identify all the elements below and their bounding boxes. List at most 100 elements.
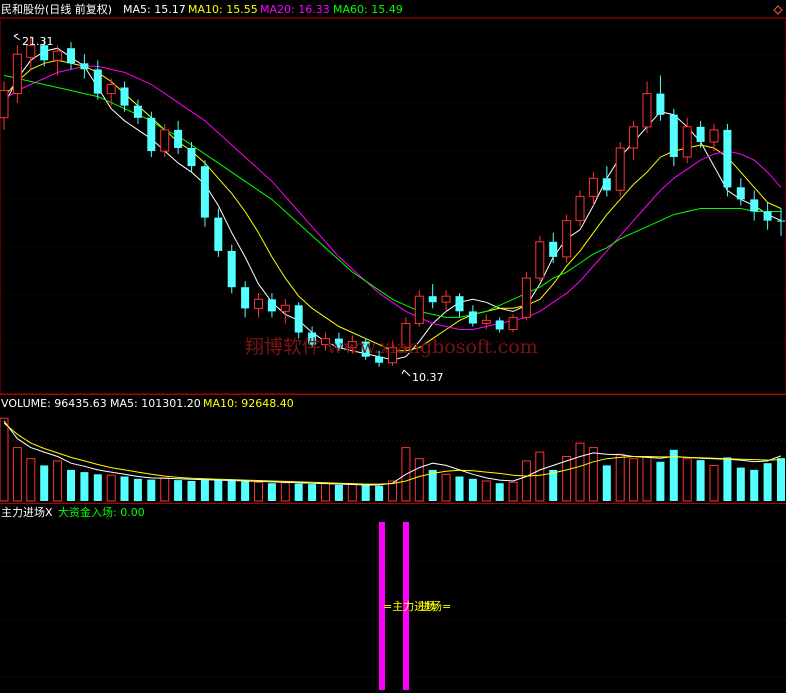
candle[interactable]: [174, 120, 183, 155]
volume-bar[interactable]: [361, 485, 370, 501]
candle[interactable]: [441, 290, 451, 312]
volume-bar[interactable]: [147, 479, 156, 501]
volume-bar[interactable]: [656, 461, 665, 501]
volume-bar[interactable]: [80, 472, 89, 501]
volume-bar[interactable]: [0, 417, 9, 502]
candle[interactable]: [67, 42, 75, 70]
volume-bar[interactable]: [562, 456, 572, 502]
candle[interactable]: [294, 302, 303, 339]
volume-bar[interactable]: [280, 482, 290, 502]
volume-bar[interactable]: [750, 469, 759, 501]
candle[interactable]: [549, 232, 558, 263]
candle[interactable]: [696, 120, 705, 149]
candle[interactable]: [227, 244, 236, 294]
candle[interactable]: [200, 160, 209, 227]
candle[interactable]: [669, 108, 678, 167]
volume-bar[interactable]: [200, 478, 209, 502]
volume-bar[interactable]: [777, 458, 785, 501]
candle[interactable]: [495, 317, 504, 333]
candle[interactable]: [241, 281, 250, 318]
candle[interactable]: [575, 190, 585, 227]
candle[interactable]: [80, 54, 89, 79]
volume-bar[interactable]: [26, 458, 36, 502]
candle[interactable]: [763, 202, 772, 230]
volume-bar[interactable]: [615, 453, 625, 502]
volume-bar[interactable]: [12, 447, 22, 502]
volume-bar[interactable]: [602, 465, 611, 501]
volume-bar[interactable]: [254, 481, 263, 502]
candle[interactable]: [214, 208, 223, 257]
volume-bar[interactable]: [93, 474, 102, 501]
volume-bar[interactable]: [575, 442, 585, 502]
candlesticks[interactable]: [0, 36, 785, 367]
volume-bar[interactable]: [227, 480, 236, 502]
volume-bar[interactable]: [334, 485, 343, 501]
candle[interactable]: [0, 81, 9, 130]
volume-bar[interactable]: [495, 483, 504, 501]
volume-bar[interactable]: [629, 458, 639, 502]
candle[interactable]: [508, 314, 518, 333]
volume-bar[interactable]: [241, 481, 250, 501]
candle[interactable]: [468, 305, 477, 327]
volume-bar[interactable]: [682, 458, 692, 502]
volume-bar[interactable]: [53, 460, 63, 502]
candle[interactable]: [254, 293, 263, 318]
candle[interactable]: [147, 111, 156, 158]
candle[interactable]: [736, 178, 745, 206]
candle[interactable]: [629, 120, 639, 161]
volume-bar[interactable]: [521, 460, 531, 502]
volume-bar[interactable]: [120, 476, 129, 502]
volume-bar[interactable]: [321, 482, 330, 502]
volume-bar[interactable]: [133, 478, 142, 502]
volume-bar[interactable]: [723, 457, 732, 501]
candle[interactable]: [750, 190, 759, 221]
candle[interactable]: [562, 214, 572, 263]
volume-bar[interactable]: [67, 469, 75, 501]
volume-bar[interactable]: [696, 460, 705, 501]
candle[interactable]: [12, 45, 22, 103]
candle[interactable]: [642, 81, 652, 133]
volume-bar[interactable]: [642, 456, 652, 502]
candle[interactable]: [414, 290, 424, 327]
volume-bar[interactable]: [375, 485, 384, 501]
volume-bar[interactable]: [535, 451, 545, 502]
volume-bar[interactable]: [214, 479, 223, 501]
candle[interactable]: [521, 272, 531, 321]
candle[interactable]: [428, 284, 437, 309]
volume-bar[interactable]: [347, 484, 357, 502]
diamond-icon[interactable]: [773, 5, 783, 15]
candle[interactable]: [656, 75, 665, 121]
candle[interactable]: [602, 166, 611, 197]
candle[interactable]: [777, 208, 785, 236]
volume-bar[interactable]: [160, 477, 170, 502]
volume-bar[interactable]: [174, 480, 183, 501]
volume-bar[interactable]: [508, 481, 518, 502]
candle[interactable]: [535, 235, 545, 282]
volume-bars[interactable]: [0, 417, 785, 502]
volume-bar[interactable]: [481, 480, 491, 502]
volume-bar[interactable]: [106, 474, 116, 502]
volume-bar[interactable]: [267, 483, 276, 501]
volume-bar[interactable]: [40, 465, 49, 501]
candle[interactable]: [280, 299, 290, 324]
stock-chart[interactable]: 翔博软件 www.xiangbosoft.com 21.31 10.37 民和股…: [0, 0, 786, 693]
volume-bar[interactable]: [294, 483, 303, 501]
volume-bar[interactable]: [428, 469, 437, 501]
candle[interactable]: [160, 123, 170, 158]
volume-bar[interactable]: [455, 476, 464, 502]
candle[interactable]: [455, 293, 464, 318]
volume-bar[interactable]: [709, 464, 719, 502]
volume-bar[interactable]: [441, 473, 451, 502]
volume-bar[interactable]: [308, 484, 317, 501]
volume-bar[interactable]: [468, 478, 477, 502]
candle[interactable]: [267, 293, 276, 318]
volume-bar[interactable]: [549, 469, 558, 501]
watermark: 翔博软件 www.xiangbosoft.com: [245, 336, 538, 358]
candle[interactable]: [615, 141, 625, 197]
volume-bar[interactable]: [588, 447, 598, 502]
volume-bar[interactable]: [414, 458, 424, 502]
volume-bar[interactable]: [187, 481, 196, 501]
candle[interactable]: [723, 123, 732, 197]
volume-bar[interactable]: [763, 463, 772, 501]
volume-bar[interactable]: [736, 467, 745, 501]
